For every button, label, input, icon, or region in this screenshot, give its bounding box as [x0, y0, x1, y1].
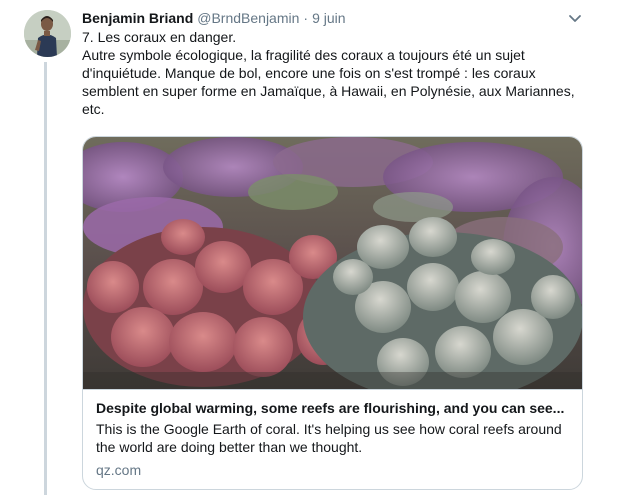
card-body: Despite global warming, some reefs are f…: [83, 390, 582, 479]
tweet-text: 7. Les coraux en danger. Autre symbole é…: [82, 28, 575, 118]
tweet-text-line: etc.: [82, 101, 105, 117]
chevron-down-icon[interactable]: [566, 11, 584, 27]
thread-connector-line: [44, 62, 47, 495]
card-description-line: the world are doing better than we thoug…: [96, 439, 363, 455]
tweet-text-line: d'inquiétude. Manque de bol, encore une …: [82, 65, 536, 81]
author-display-name[interactable]: Benjamin Briand: [82, 10, 193, 27]
tweet-header: Benjamin Briand @BrndBenjamin · 9 juin: [82, 9, 592, 27]
tweet-text-line: semblent en super forme en Jamaïque, à H…: [82, 83, 575, 99]
tweet: Benjamin Briand @BrndBenjamin · 9 juin 7…: [82, 9, 592, 490]
author-handle[interactable]: @BrndBenjamin: [197, 10, 299, 27]
user-avatar-icon: [24, 10, 71, 57]
coral-reef-image[interactable]: [83, 137, 582, 390]
tweet-page: Benjamin Briand @BrndBenjamin · 9 juin 7…: [0, 0, 617, 495]
header-separator: ·: [303, 9, 309, 26]
card-description: This is the Google Earth of coral. It's …: [96, 420, 569, 456]
tweet-timestamp[interactable]: 9 juin: [312, 10, 345, 27]
card-title[interactable]: Despite global warming, some reefs are f…: [96, 399, 569, 417]
tweet-text-line: 7. Les coraux en danger.: [82, 29, 237, 45]
tweet-text-line: Autre symbole écologique, la fragilité d…: [82, 47, 525, 63]
link-preview-card[interactable]: Despite global warming, some reefs are f…: [82, 136, 583, 490]
card-description-line: This is the Google Earth of coral. It's …: [96, 421, 562, 437]
card-domain[interactable]: qz.com: [96, 461, 569, 479]
avatar[interactable]: [24, 10, 71, 57]
